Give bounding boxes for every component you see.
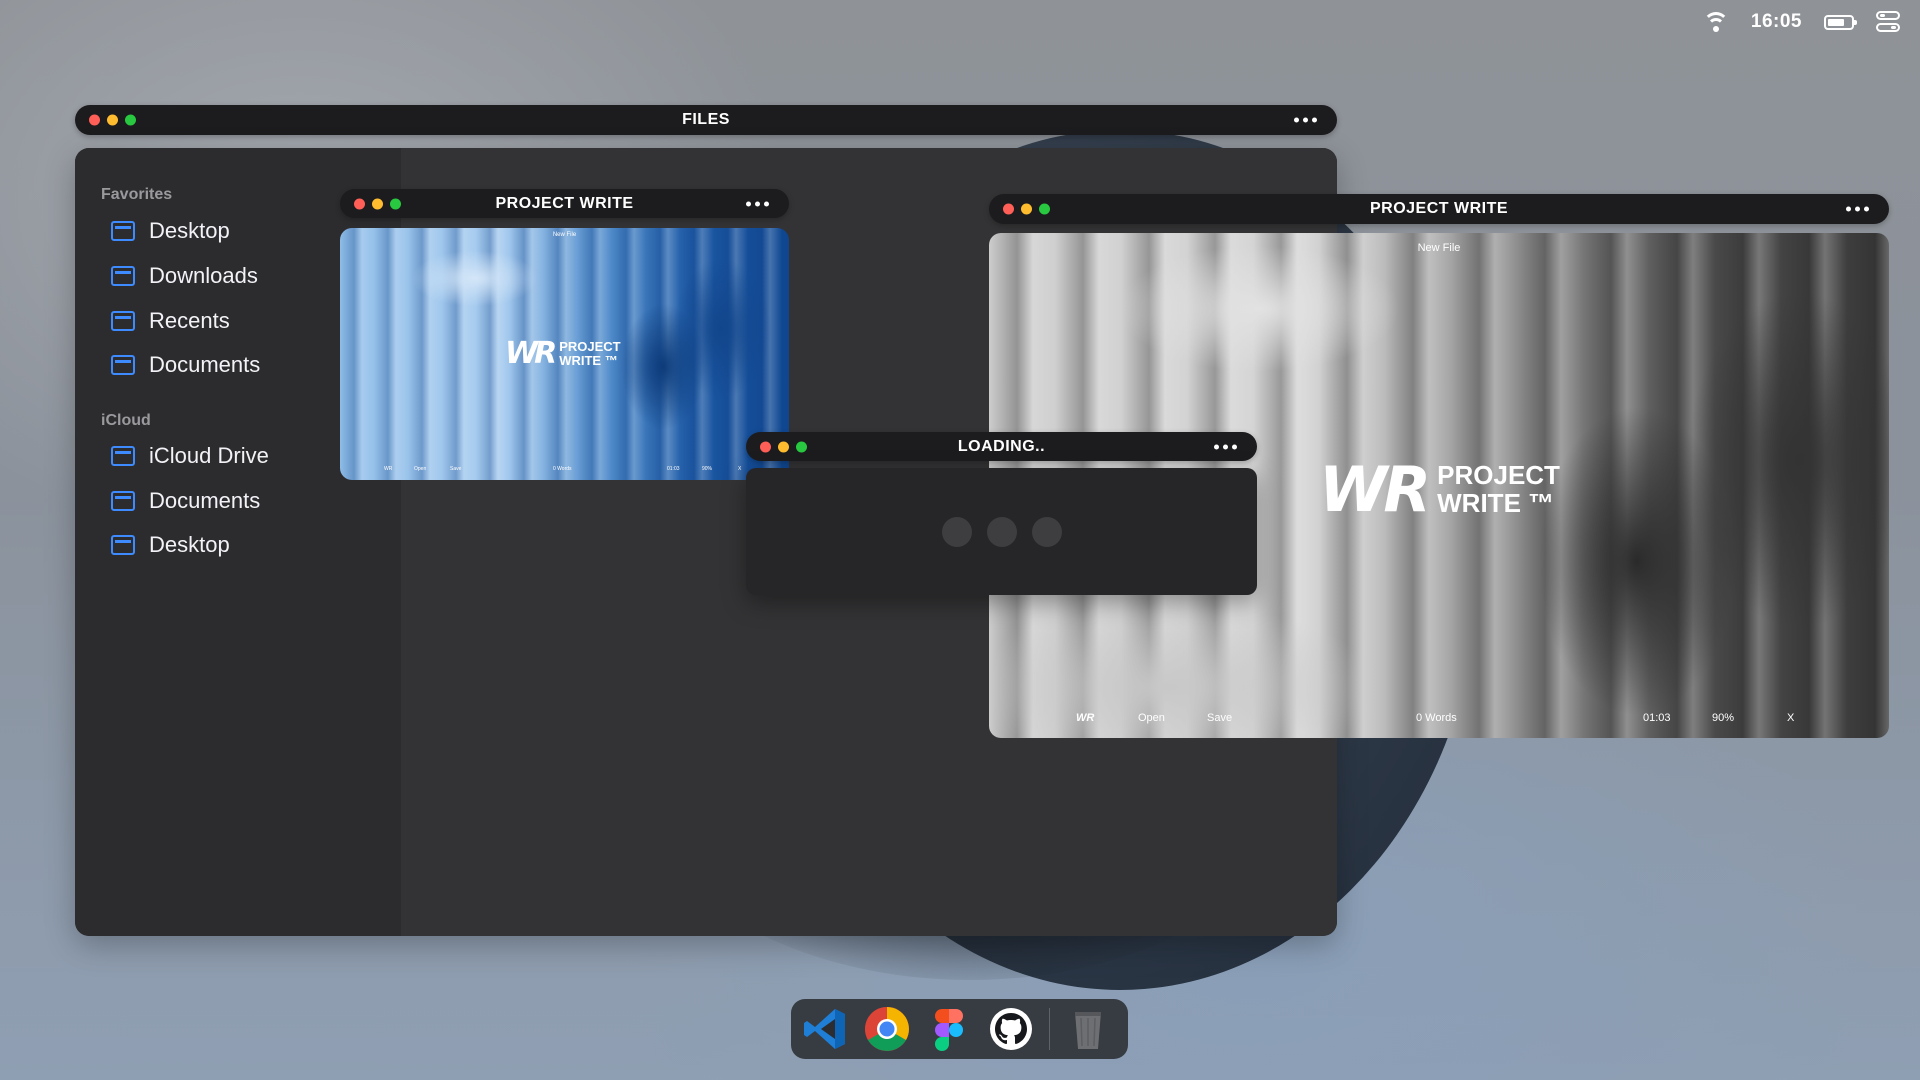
sidebar-item-label: Recents [149,308,230,333]
new-file-label: New File [552,232,577,238]
window-controls [1003,203,1050,215]
github-icon[interactable] [987,1005,1035,1053]
sidebar-item-label: Desktop [149,532,230,557]
battery-icon[interactable] [1824,14,1857,30]
project-write-logo: WR PROJECT WRITE ™ [505,336,621,371]
footer-logo: WR [1076,712,1095,724]
minimize-button[interactable] [778,441,789,452]
dock-separator [1049,1008,1050,1050]
open-button[interactable]: Open [414,466,426,472]
close-editor-button[interactable]: X [738,466,741,472]
word-count: 0 Words [553,466,572,472]
vscode-icon[interactable] [801,1005,849,1053]
close-editor-button[interactable]: X [1787,712,1794,724]
close-button[interactable] [89,114,100,126]
sidebar-item-icloud-desktop[interactable]: Desktop [111,529,230,561]
word-count: 0 Words [1416,712,1457,724]
project-write-small-preview[interactable]: New File WR PROJECT WRITE ™ WR Open Save… [340,228,789,480]
project-write-small-titlebar[interactable]: PROJECT WRITE [340,189,789,218]
folder-icon [111,491,135,511]
folder-icon [111,446,135,466]
close-button[interactable] [1003,203,1014,215]
open-button[interactable]: Open [1138,712,1165,724]
loading-dot [1031,516,1062,547]
sidebar-item-documents[interactable]: Documents [111,349,260,381]
folder-icon [111,266,135,286]
folder-icon [111,535,135,555]
files-window-title: FILES [682,111,730,128]
sidebar-item-label: iCloud Drive [149,443,269,468]
more-options-icon[interactable] [746,201,769,206]
more-options-icon[interactable] [1846,206,1869,212]
trash-icon[interactable] [1064,1005,1112,1053]
menu-bar: 16:05 [1702,8,1900,36]
loading-window [746,468,1257,595]
sidebar-item-recents[interactable]: Recents [111,305,230,337]
window-controls [760,441,807,452]
folder-icon [111,355,135,375]
project-write-logo: WR PROJECT WRITE ™ [1319,453,1560,526]
window-controls [354,198,401,209]
maximize-button[interactable] [1039,203,1050,215]
project-write-large-titlebar[interactable]: PROJECT WRITE [989,194,1889,224]
loading-titlebar[interactable]: LOADING.. [746,432,1257,461]
minimize-button[interactable] [372,198,383,209]
sidebar-item-desktop[interactable]: Desktop [111,215,230,247]
sidebar-item-label: Documents [149,352,261,377]
minimize-button[interactable] [1021,203,1032,215]
figma-icon[interactable] [925,1005,973,1053]
sidebar-item-icloud-drive[interactable]: iCloud Drive [111,440,269,472]
favorites-header: Favorites [101,186,173,203]
save-button[interactable]: Save [450,466,461,472]
project-write-small-title: PROJECT WRITE [495,194,634,212]
sidebar-item-icloud-documents[interactable]: Documents [111,485,260,517]
sidebar-item-label: Documents [149,488,261,513]
editor-footer: WR Open Save 0 Words 01:03 90% X [989,710,1889,726]
timer: 01:03 [667,466,680,472]
project-write-large-title: PROJECT WRITE [1369,200,1509,217]
folder-icon [111,221,135,241]
new-file-label: New File [1417,242,1461,254]
more-options-icon[interactable] [1294,117,1317,123]
sidebar-item-downloads[interactable]: Downloads [111,260,258,292]
loading-indicator [941,516,1062,547]
loading-dot [941,516,972,547]
wifi-icon[interactable] [1702,12,1729,32]
more-options-icon[interactable] [1214,444,1237,449]
maximize-button[interactable] [796,441,807,452]
folder-icon [111,311,135,331]
close-button[interactable] [760,441,771,452]
zoom-level: 90% [702,466,713,472]
chrome-icon[interactable] [863,1005,911,1053]
save-button[interactable]: Save [1207,712,1232,724]
sidebar-item-label: Desktop [149,218,230,243]
files-titlebar[interactable]: FILES [75,105,1337,135]
logo-mark: WR [505,336,557,371]
zoom-level: 90% [1712,712,1735,724]
maximize-button[interactable] [125,114,136,126]
loading-window-title: LOADING.. [957,437,1046,455]
logo-line-1: PROJECT [559,338,621,354]
editor-footer: WR Open Save 0 Words 01:03 90% X [340,464,789,474]
loading-dot [986,516,1017,547]
logo-mark: WR [1319,453,1431,526]
logo-line-2: WRITE ™ [559,352,618,368]
minimize-button[interactable] [107,114,118,126]
logo-line-2: WRITE ™ [1437,487,1555,518]
timer: 01:03 [1643,712,1671,724]
close-button[interactable] [354,198,365,209]
sidebar-item-label: Downloads [149,263,258,288]
control-center-icon[interactable] [1876,11,1900,33]
footer-logo: WR [384,466,393,472]
dock [791,999,1128,1059]
maximize-button[interactable] [390,198,401,209]
window-controls [89,114,136,126]
clock[interactable]: 16:05 [1751,11,1802,33]
logo-line-1: PROJECT [1437,460,1560,491]
icloud-header: iCloud [101,412,151,429]
